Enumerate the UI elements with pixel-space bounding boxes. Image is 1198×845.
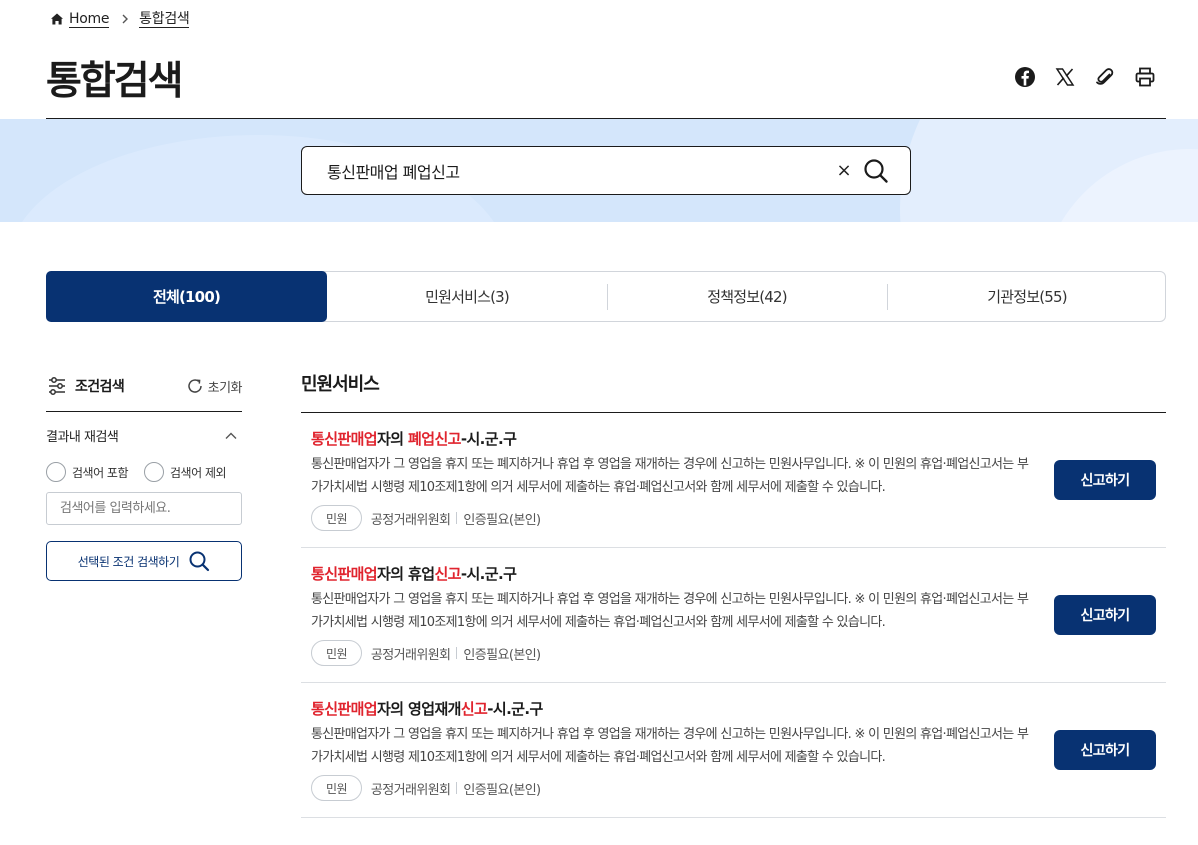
- chevron-right-icon: [121, 14, 129, 24]
- breadcrumb-current-link[interactable]: 통합검색: [139, 11, 190, 28]
- result-title-link[interactable]: 통신판매업자의 영업재개신고-시.군.구: [311, 699, 1166, 719]
- meta-divider: [456, 647, 458, 659]
- apply-button[interactable]: 신고하기: [1054, 460, 1156, 500]
- category-badge: 민원: [311, 775, 362, 801]
- radio-circle[interactable]: [144, 462, 165, 482]
- auth-requirement: 인증필요(본인): [463, 512, 541, 528]
- category-badge: 민원: [311, 505, 362, 531]
- breadcrumb: Home 통합검색: [50, 9, 190, 29]
- result-item: 통신판매업자의 휴업신고-시.군.구 통신판매업자가 그 영업을 휴지 또는 폐…: [301, 548, 1166, 683]
- result-item: 통신판매업자의 폐업신고-시.군.구 통신판매업자가 그 영업을 휴지 또는 폐…: [301, 413, 1166, 548]
- clear-search-button[interactable]: ×: [834, 160, 854, 181]
- include-keyword-label: 검색어 포함: [72, 465, 129, 480]
- tab-policy-info[interactable]: 정책정보(42): [607, 272, 887, 321]
- results-section: 민원서비스 통신판매업자의 폐업신고-시.군.구 통신판매업자가 그 영업을 휴…: [301, 372, 1166, 818]
- refresh-icon: [186, 377, 204, 395]
- apply-button[interactable]: 신고하기: [1054, 595, 1156, 635]
- meta-divider: [456, 782, 458, 794]
- apply-filters-button[interactable]: 선택된 조건 검색하기: [46, 541, 242, 581]
- meta-divider: [456, 512, 458, 524]
- apply-filters-label: 선택된 조건 검색하기: [77, 554, 180, 569]
- category-badge: 민원: [311, 640, 362, 666]
- result-description: 통신판매업자가 그 영업을 휴지 또는 폐지하거나 휴업 후 영업을 재개하는 …: [311, 457, 1029, 495]
- chevron-up-icon[interactable]: [224, 429, 238, 443]
- breadcrumb-home-link[interactable]: Home: [69, 11, 109, 28]
- result-tabs: 전체(100) 민원서비스(3) 정책정보(42) 기관정보(55): [46, 271, 1166, 322]
- search-box: ×: [301, 146, 911, 195]
- filter-sidebar: 조건검색 초기화 결과내 재검색 검색어 포함 검색어 제외 선택된 조건 검색…: [46, 372, 243, 581]
- radio-circle[interactable]: [46, 462, 66, 482]
- search-icon: [188, 550, 210, 572]
- facebook-icon[interactable]: [1014, 66, 1036, 88]
- paperclip-icon[interactable]: [1094, 66, 1116, 88]
- section-title: 민원서비스: [301, 374, 380, 395]
- agency-name: 공정거래위원회: [370, 647, 451, 663]
- tab-agency-info[interactable]: 기관정보(55): [887, 272, 1167, 321]
- search-button[interactable]: [862, 157, 890, 185]
- print-icon[interactable]: [1134, 66, 1156, 88]
- refine-search-label: 결과내 재검색: [46, 430, 119, 445]
- result-item: 통신판매업자의 영업재개신고-시.군.구 통신판매업자가 그 영업을 휴지 또는…: [301, 683, 1166, 818]
- result-title-link[interactable]: 통신판매업자의 휴업신고-시.군.구: [311, 564, 1166, 584]
- filter-title: 조건검색: [75, 379, 125, 395]
- refine-keyword-input[interactable]: [46, 492, 242, 525]
- search-icon: [864, 159, 888, 183]
- tab-all[interactable]: 전체(100): [46, 271, 327, 322]
- exclude-keyword-radio[interactable]: 검색어 제외: [144, 462, 227, 482]
- agency-name: 공정거래위원회: [370, 512, 451, 528]
- result-description: 통신판매업자가 그 영업을 휴지 또는 폐지하거나 휴업 후 영업을 재개하는 …: [311, 727, 1029, 765]
- auth-requirement: 인증필요(본인): [463, 782, 541, 798]
- exclude-keyword-label: 검색어 제외: [170, 465, 227, 480]
- result-title-link[interactable]: 통신판매업자의 폐업신고-시.군.구: [311, 429, 1166, 449]
- include-keyword-radio[interactable]: 검색어 포함: [46, 462, 129, 482]
- agency-name: 공정거래위원회: [370, 782, 451, 798]
- filter-sliders-icon: [46, 375, 68, 397]
- sidebar-divider: [46, 411, 242, 412]
- auth-requirement: 인증필요(본인): [463, 647, 541, 663]
- tab-civil-services[interactable]: 민원서비스(3): [327, 272, 607, 321]
- reset-button[interactable]: 초기화: [186, 377, 243, 396]
- result-description: 통신판매업자가 그 영업을 휴지 또는 폐지하거나 휴업 후 영업을 재개하는 …: [311, 592, 1029, 630]
- search-input[interactable]: [327, 161, 817, 180]
- home-icon: [50, 12, 64, 26]
- x-twitter-icon[interactable]: [1054, 66, 1076, 88]
- reset-label: 초기화: [207, 380, 243, 396]
- apply-button[interactable]: 신고하기: [1054, 730, 1156, 770]
- share-bar: [1014, 66, 1156, 88]
- page-title: 통합검색: [46, 59, 184, 104]
